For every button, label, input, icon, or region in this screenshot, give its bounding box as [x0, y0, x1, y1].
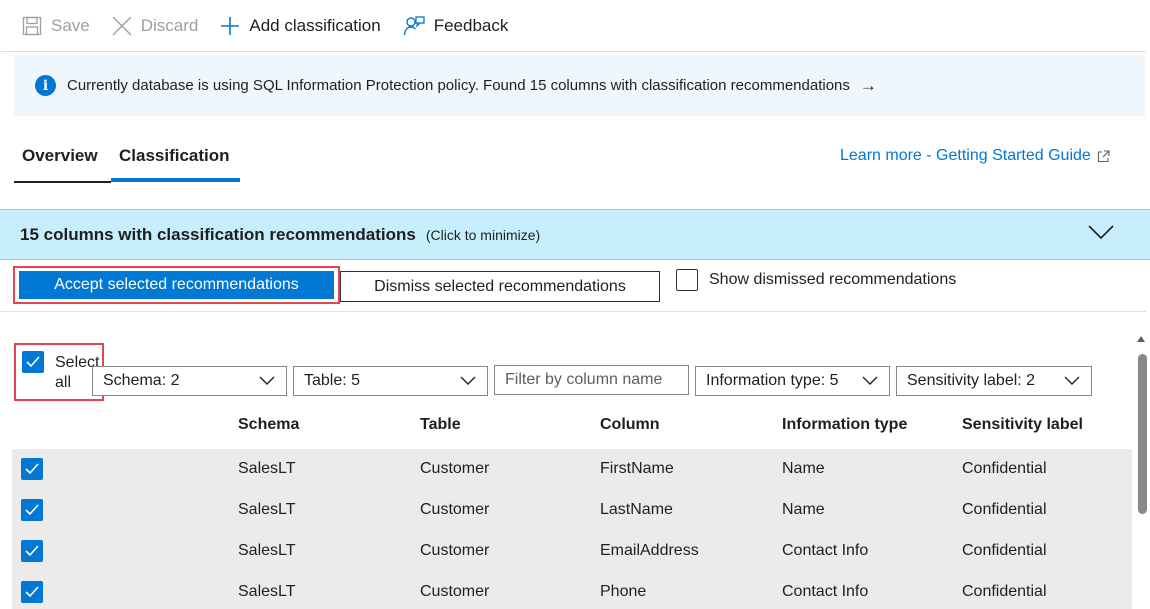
minimize-hint: (Click to minimize) [425, 226, 541, 243]
learn-more-label: Learn more - Getting Started Guide [840, 147, 1091, 164]
row-checkbox[interactable] [21, 540, 43, 562]
cell-schema: SalesLT [238, 501, 296, 518]
checkmark-icon [25, 586, 39, 598]
table-row[interactable]: SalesLT Customer LastName Name Confident… [12, 490, 1132, 531]
row-checkbox[interactable] [21, 458, 43, 480]
cell-sensitivity-label[interactable]: Confidential [962, 460, 1047, 478]
checkmark-icon [25, 463, 39, 475]
feedback-button[interactable]: Feedback [403, 15, 509, 37]
show-dismissed-checkbox[interactable] [676, 269, 698, 291]
cell-table: Customer [420, 501, 490, 518]
close-icon [112, 16, 132, 35]
cell-information-type[interactable]: Contact Info [782, 542, 868, 560]
cell-sensitivity-label[interactable]: Confidential [962, 583, 1047, 601]
checkmark-icon [25, 545, 39, 557]
save-label: Save [51, 15, 90, 35]
scroll-up-icon[interactable] [1136, 334, 1146, 344]
feedback-label: Feedback [433, 15, 509, 35]
cell-column: Phone [600, 583, 647, 600]
chevron-down-icon[interactable] [1088, 224, 1114, 240]
cell-information-type[interactable]: Name [782, 501, 825, 519]
info-banner[interactable]: i Currently database is using SQL Inform… [14, 55, 1145, 116]
row-checkbox[interactable] [21, 581, 43, 603]
column-header-information-type[interactable]: Information type [782, 416, 907, 434]
table-filter-dropdown[interactable]: Table: 5 [293, 366, 488, 396]
checkmark-icon [25, 504, 39, 516]
save-button[interactable]: Save [22, 16, 90, 36]
checkmark-icon [26, 356, 40, 368]
tab-list: Overview Classification [14, 136, 240, 183]
chevron-down-icon [1064, 376, 1080, 385]
sensitivity-label-filter-dropdown[interactable]: Sensitivity label: 2 [896, 366, 1092, 396]
accept-recommendations-button[interactable]: Accept selected recommendations [19, 271, 334, 299]
chevron-down-icon [460, 376, 476, 385]
recommendations-header[interactable]: 15 columns with classification recommend… [0, 209, 1150, 260]
column-header-schema[interactable]: Schema [238, 416, 299, 434]
table-row[interactable]: SalesLT Customer EmailAddress Contact In… [12, 531, 1132, 572]
cell-information-type[interactable]: Name [782, 460, 825, 478]
cell-schema: SalesLT [238, 542, 296, 559]
information-type-filter-dropdown[interactable]: Information type: 5 [695, 366, 890, 396]
banner-text: Currently database is using SQL Informat… [67, 77, 850, 94]
save-icon [22, 16, 42, 35]
column-header-sensitivity-label[interactable]: Sensitivity label [962, 416, 1083, 434]
column-name-filter-input[interactable]: Filter by column name [494, 365, 689, 395]
column-header-column[interactable]: Column [600, 416, 660, 434]
external-link-icon [1097, 149, 1110, 162]
table-row[interactable]: SalesLT Customer Phone Contact Info Conf… [12, 572, 1132, 609]
add-classification-label: Add classification [249, 15, 381, 35]
divider [0, 311, 1146, 312]
arrow-right-icon: → [859, 75, 877, 95]
feedback-icon [403, 15, 425, 35]
select-all-checkbox[interactable] [22, 351, 44, 373]
cell-column: EmailAddress [600, 542, 699, 559]
cell-column: FirstName [600, 460, 674, 477]
discard-label: Discard [140, 15, 199, 35]
show-dismissed-toggle[interactable]: Show dismissed recommendations [676, 269, 956, 291]
info-icon: i [35, 75, 56, 96]
row-checkbox[interactable] [21, 499, 43, 521]
tab-classification[interactable]: Classification [111, 136, 240, 182]
cell-table: Customer [420, 542, 490, 559]
cell-schema: SalesLT [238, 460, 296, 477]
column-header-table[interactable]: Table [420, 416, 461, 434]
cell-column: LastName [600, 501, 673, 518]
table-row[interactable]: SalesLT Customer FirstName Name Confiden… [12, 449, 1132, 490]
scrollbar-thumb[interactable] [1138, 354, 1147, 514]
recommendations-title: 15 columns with classification recommend… [20, 224, 416, 244]
learn-more-link[interactable]: Learn more - Getting Started Guide [840, 147, 1110, 165]
plus-icon [221, 16, 240, 35]
tab-overview[interactable]: Overview [14, 136, 111, 183]
cell-sensitivity-label[interactable]: Confidential [962, 501, 1047, 519]
chevron-down-icon [862, 376, 878, 385]
chevron-down-icon [259, 376, 275, 385]
cell-table: Customer [420, 583, 490, 600]
add-classification-button[interactable]: Add classification [220, 15, 381, 36]
command-bar: Save Discard Add classification Feedback [0, 0, 1146, 52]
schema-filter-dropdown[interactable]: Schema: 2 [92, 366, 287, 396]
recommendations-table: SalesLT Customer FirstName Name Confiden… [12, 449, 1132, 609]
dismiss-recommendations-button[interactable]: Dismiss selected recommendations [340, 271, 660, 302]
cell-information-type[interactable]: Contact Info [782, 583, 868, 601]
cell-sensitivity-label[interactable]: Confidential [962, 542, 1047, 560]
discard-button[interactable]: Discard [112, 15, 199, 36]
cell-schema: SalesLT [238, 583, 296, 600]
show-dismissed-label: Show dismissed recommendations [709, 271, 957, 288]
cell-table: Customer [420, 460, 490, 477]
